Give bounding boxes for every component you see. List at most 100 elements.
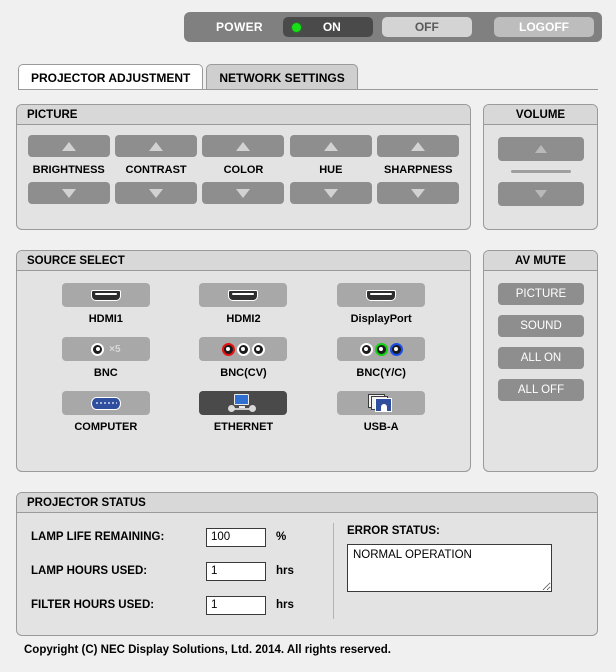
volume-down-button[interactable] [498, 182, 584, 206]
hdmi-connector-icon [90, 289, 121, 301]
error-status-textarea[interactable] [347, 544, 552, 592]
triangle-up-icon [535, 145, 547, 153]
color-label: COLOR [223, 164, 264, 176]
status-row-lamp-hours: LAMP HOURS USED: hrs [31, 559, 317, 583]
filter-hours-unit: hrs [276, 599, 294, 611]
lamp-hours-value-input[interactable] [206, 561, 266, 581]
triangle-down-icon [61, 188, 76, 198]
logoff-button[interactable]: LOGOFF [494, 17, 594, 37]
hdmi-connector-icon [228, 289, 259, 301]
projector-status-body: LAMP LIFE REMAINING: % LAMP HOURS USED: … [17, 513, 597, 627]
triangle-down-icon [323, 188, 338, 198]
source-item-usb-a: USB-A [312, 391, 450, 441]
volume-panel-title: VOLUME [484, 105, 597, 125]
bnc-connector-dot-white [236, 342, 250, 356]
bnc-connector-dot [91, 342, 105, 356]
source-button-hdmi1[interactable] [61, 283, 150, 307]
sharpness-down-button[interactable] [377, 182, 460, 204]
status-row-filter-hours: FILTER HOURS USED: hrs [31, 593, 317, 617]
triangle-up-icon [61, 141, 76, 151]
triangle-down-icon [535, 190, 547, 198]
contrast-label: CONTRAST [125, 164, 187, 176]
av-mute-sound-button[interactable]: SOUND [498, 315, 584, 337]
av-mute-buttons: PICTURE SOUND ALL ON ALL OFF [484, 271, 597, 401]
lamp-life-label: LAMP LIFE REMAINING: [31, 531, 165, 543]
error-status-label: ERROR STATUS: [347, 525, 440, 537]
power-on-button[interactable]: ON [282, 17, 373, 37]
source-label-hdmi1: HDMI1 [88, 313, 123, 325]
status-divider [333, 523, 334, 619]
color-down-button[interactable] [202, 182, 285, 204]
source-label-bnc: BNC [93, 367, 118, 379]
brightness-down-button[interactable] [27, 182, 110, 204]
lamp-life-unit: % [276, 531, 287, 543]
picture-control-color: COLOR [202, 135, 285, 204]
brightness-up-button[interactable] [27, 135, 110, 157]
source-button-displayport[interactable] [337, 283, 426, 307]
lamp-life-value-input[interactable] [206, 527, 266, 547]
source-button-ethernet[interactable] [199, 391, 288, 415]
power-off-button[interactable]: OFF [381, 17, 472, 37]
source-select-panel-title: SOURCE SELECT [17, 251, 470, 271]
hue-up-button[interactable] [289, 135, 372, 157]
contrast-down-button[interactable] [115, 182, 198, 204]
sharpness-label: SHARPNESS [384, 164, 453, 176]
picture-control-brightness: BRIGHTNESS [27, 135, 110, 204]
av-mute-panel: AV MUTE PICTURE SOUND ALL ON ALL OFF [483, 250, 598, 472]
source-item-computer: COMPUTER [37, 391, 175, 441]
source-button-bnc[interactable]: ×5 [61, 337, 150, 361]
bnc-connector-dot-blue [389, 342, 403, 356]
picture-control-sharpness: SHARPNESS [377, 135, 460, 204]
source-item-bnc-cv: BNC(CV) [175, 337, 313, 387]
power-label: POWER [216, 20, 263, 34]
av-mute-all-off-button[interactable]: ALL OFF [498, 379, 584, 401]
source-label-computer: COMPUTER [74, 421, 138, 433]
projector-status-metrics: LAMP LIFE REMAINING: % LAMP HOURS USED: … [17, 525, 317, 627]
source-label-displayport: DisplayPort [350, 313, 412, 325]
usb-image-sheet-front [375, 398, 393, 412]
picture-controls-grid: BRIGHTNESS CONTRAST COLOR HUE SHARPNESS [17, 125, 470, 204]
av-mute-all-on-button[interactable]: ALL ON [498, 347, 584, 369]
source-select-panel: SOURCE SELECT HDMI1 HDMI2 DisplayPort ×5… [16, 250, 471, 472]
ethernet-node-left [228, 405, 236, 412]
source-button-computer[interactable] [61, 391, 150, 415]
status-row-lamp-life: LAMP LIFE REMAINING: % [31, 525, 317, 549]
filter-hours-value-input[interactable] [206, 595, 266, 615]
contrast-up-button[interactable] [115, 135, 198, 157]
bnc-connector-dot-red [221, 342, 235, 356]
power-on-label: ON [322, 20, 341, 34]
ethernet-node-right [249, 405, 257, 412]
hue-down-button[interactable] [289, 182, 372, 204]
source-button-hdmi2[interactable] [199, 283, 288, 307]
tab-network-settings[interactable]: NETWORK SETTINGS [206, 64, 358, 90]
hue-label: HUE [319, 164, 343, 176]
vga-connector-icon [90, 396, 121, 410]
lamp-hours-unit: hrs [276, 565, 294, 577]
brightness-label: BRIGHTNESS [32, 164, 105, 176]
source-item-ethernet: ETHERNET [175, 391, 313, 441]
triangle-up-icon [236, 141, 251, 151]
bnc-composite-icon [221, 342, 265, 356]
bnc-connector-dot-white [359, 342, 373, 356]
tab-bar: PROJECTOR ADJUSTMENT NETWORK SETTINGS [18, 64, 358, 90]
sharpness-up-button[interactable] [377, 135, 460, 157]
tab-underline [18, 89, 598, 90]
color-up-button[interactable] [202, 135, 285, 157]
triangle-up-icon [411, 141, 426, 151]
av-mute-picture-button[interactable]: PICTURE [498, 283, 584, 305]
tab-projector-adjustment[interactable]: PROJECTOR ADJUSTMENT [18, 64, 204, 90]
lamp-hours-label: LAMP HOURS USED: [31, 565, 148, 577]
power-bar: POWER ON OFF LOGOFF [184, 12, 602, 42]
bnc-svideo-icon [359, 342, 403, 356]
projector-status-panel: PROJECTOR STATUS LAMP LIFE REMAINING: % … [16, 492, 598, 636]
volume-up-button[interactable] [498, 137, 584, 161]
source-button-bnc-cv[interactable] [199, 337, 288, 361]
source-label-ethernet: ETHERNET [213, 421, 274, 433]
source-button-usb-a[interactable] [337, 391, 426, 415]
volume-controls [484, 125, 597, 206]
triangle-down-icon [411, 188, 426, 198]
filter-hours-label: FILTER HOURS USED: [31, 599, 155, 611]
volume-panel: VOLUME [483, 104, 598, 230]
bnc-connector-dot-green [374, 342, 388, 356]
source-button-bnc-yc[interactable] [337, 337, 426, 361]
